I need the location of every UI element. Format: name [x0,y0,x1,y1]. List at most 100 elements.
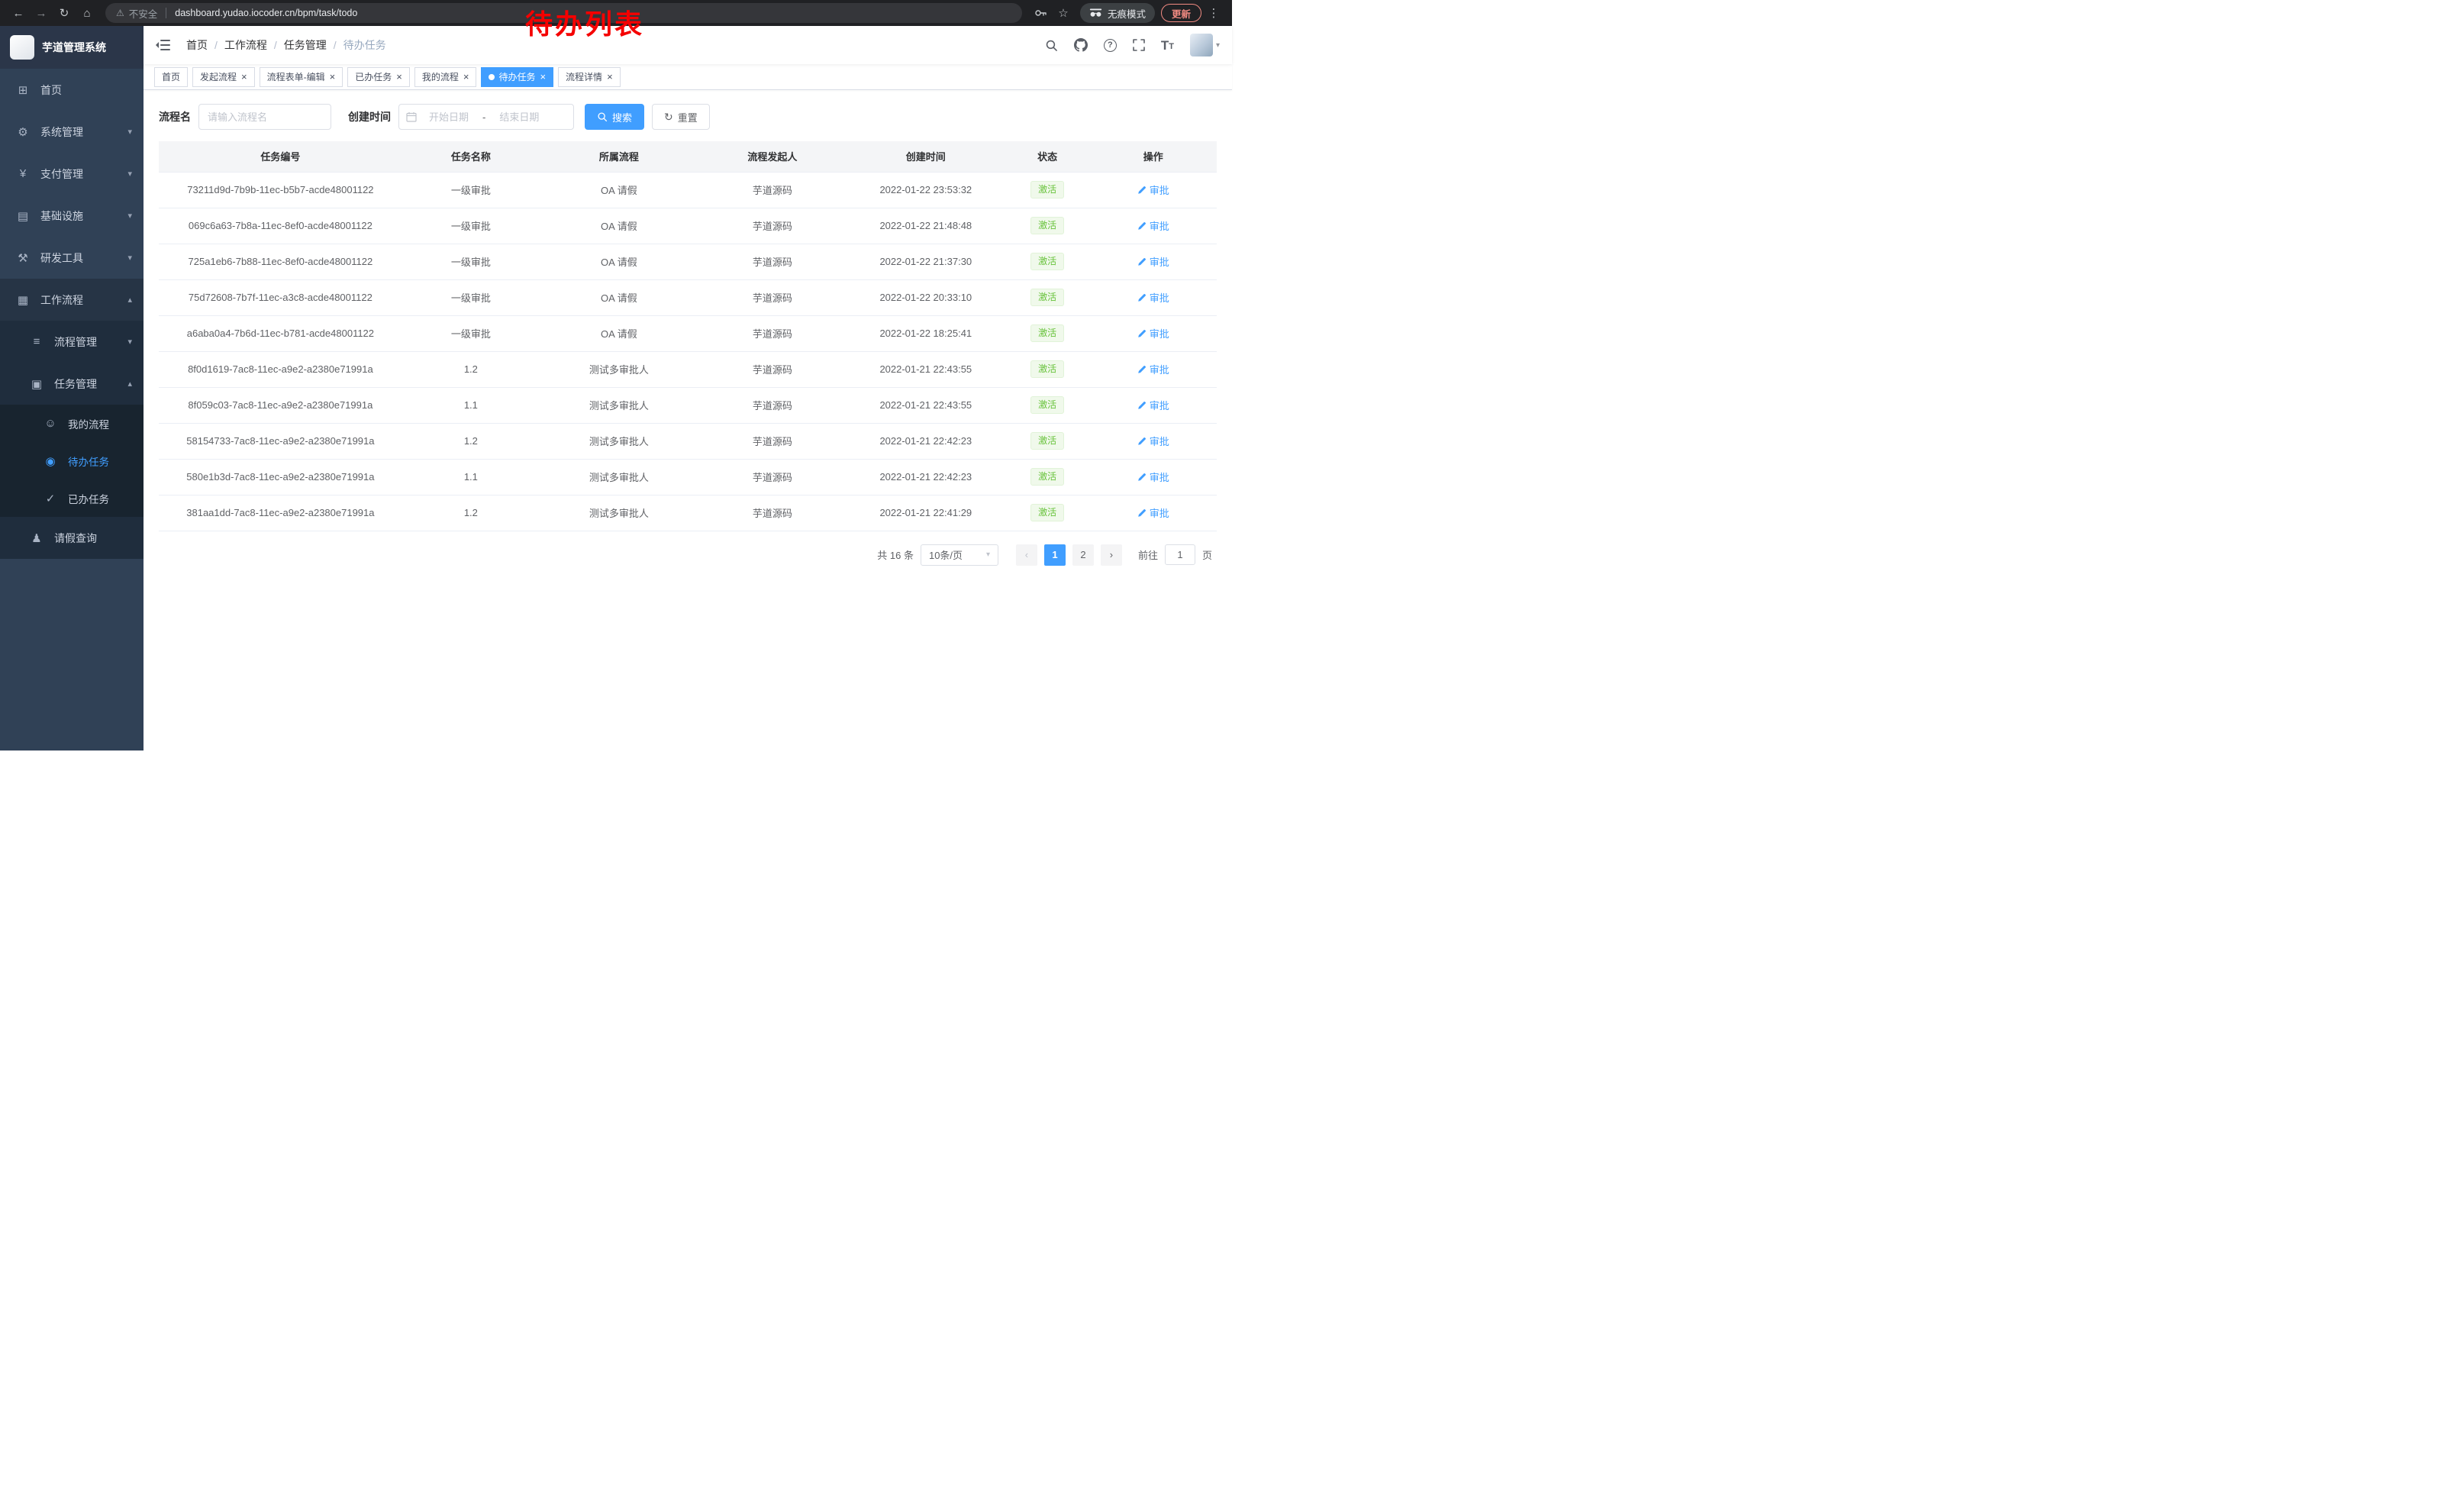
approve-link[interactable]: 审批 [1137,362,1169,376]
reload-icon[interactable]: ↻ [53,2,75,24]
app-logo[interactable]: 芋道管理系统 [0,26,144,69]
sidebar-item-done-tasks[interactable]: ✓ 已办任务 [0,479,144,517]
search-button[interactable]: 搜索 [585,104,644,130]
close-icon[interactable]: × [330,72,336,82]
sidebar-item-workflow[interactable]: ▦ 工作流程 ▴ [0,279,144,321]
browser-menu-icon[interactable]: ⋮ [1203,2,1224,24]
page-size-select[interactable]: 10条/页 ▾ [921,544,998,566]
font-size-icon[interactable]: TT [1161,39,1174,52]
forward-icon[interactable]: → [31,2,52,24]
todo-task-table: 任务编号 任务名称 所属流程 流程发起人 创建时间 状态 操作 73211d9d… [159,141,1217,531]
create-time-label: 创建时间 [348,109,391,124]
approve-link[interactable]: 审批 [1137,290,1169,305]
address-bar[interactable]: ⚠ 不安全 dashboard.yudao.iocoder.cn/bpm/tas… [105,3,1022,23]
table-row[interactable]: 73211d9d-7b9b-11ec-b5b7-acde48001122 一级审… [159,172,1217,208]
table-row[interactable]: 58154733-7ac8-11ec-a9e2-a2380e71991a 1.2… [159,423,1217,459]
approve-link[interactable]: 审批 [1137,470,1169,484]
approve-link[interactable]: 审批 [1137,326,1169,341]
table-row[interactable]: a6aba0a4-7b6d-11ec-b781-acde48001122 一级审… [159,315,1217,351]
approve-link[interactable]: 审批 [1137,505,1169,520]
tab-done-tasks[interactable]: 已办任务 × [347,67,410,87]
close-icon[interactable]: × [396,72,402,82]
goto-page-input[interactable] [1165,544,1195,565]
sidebar-item-home[interactable]: ⊞ 首页 [0,69,144,111]
sidebar-item-task-management[interactable]: ▣ 任务管理 ▴ [0,363,144,405]
table-row[interactable]: 75d72608-7b7f-11ec-a3c8-acde48001122 一级审… [159,279,1217,315]
tags-view-bar: 首页 发起流程 × 流程表单-编辑 × 已办任务 × 我的流程 × 待办任务 × [144,64,1232,90]
approve-label: 审批 [1150,362,1169,376]
page-1-button[interactable]: 1 [1044,544,1066,566]
sidebar-item-leave-query[interactable]: ♟ 请假查询 [0,517,144,559]
column-header: 创建时间 [847,141,1005,172]
table-row[interactable]: 8f0d1619-7ac8-11ec-a9e2-a2380e71991a 1.2… [159,351,1217,387]
approve-link[interactable]: 审批 [1137,182,1169,197]
cell-initiator: 芋道源码 [698,423,847,459]
table-row[interactable]: 580e1b3d-7ac8-11ec-a9e2-a2380e71991a 1.1… [159,459,1217,495]
table-row[interactable]: 381aa1dd-7ac8-11ec-a9e2-a2380e71991a 1.2… [159,495,1217,531]
tab-home[interactable]: 首页 [154,67,188,87]
status-badge: 激活 [1030,360,1064,377]
search-button-label: 搜索 [612,110,632,124]
approve-link[interactable]: 审批 [1137,218,1169,233]
cell-task-id: 381aa1dd-7ac8-11ec-a9e2-a2380e71991a [159,495,402,531]
sidebar-fold-icon[interactable] [156,38,173,52]
sidebar-item-infrastructure[interactable]: ▤ 基础设施 ▾ [0,195,144,237]
incognito-icon [1089,8,1102,18]
cell-created-at: 2022-01-22 18:25:41 [847,315,1005,351]
fullscreen-icon[interactable] [1133,39,1145,51]
close-icon[interactable]: × [607,72,613,82]
search-icon[interactable] [1045,39,1058,52]
breadcrumb-item[interactable]: 首页 [186,37,208,53]
table-row[interactable]: 069c6a63-7b8a-11ec-8ef0-acde48001122 一级审… [159,208,1217,244]
sidebar-item-payment-management[interactable]: ¥ 支付管理 ▾ [0,153,144,195]
tab-todo-tasks[interactable]: 待办任务 × [481,67,553,87]
next-page-button[interactable]: › [1101,544,1122,566]
question-icon[interactable]: ? [1104,39,1117,52]
table-row[interactable]: 8f059c03-7ac8-11ec-a9e2-a2380e71991a 1.1… [159,387,1217,423]
table-row[interactable]: 725a1eb6-7b88-11ec-8ef0-acde48001122 一级审… [159,244,1217,279]
sidebar-item-todo-tasks[interactable]: ◉ 待办任务 [0,442,144,479]
star-bookmark-icon[interactable]: ☆ [1053,2,1074,24]
close-icon[interactable]: × [540,72,546,82]
tab-my-processes[interactable]: 我的流程 × [414,67,477,87]
approve-link[interactable]: 审批 [1137,398,1169,412]
column-header: 流程发起人 [698,141,847,172]
column-header: 所属流程 [540,141,698,172]
sidebar-item-my-processes[interactable]: ☺ 我的流程 [0,405,144,442]
edit-icon [1137,508,1147,518]
tab-process-detail[interactable]: 流程详情 × [558,67,621,87]
cell-initiator: 芋道源码 [698,315,847,351]
home-icon[interactable]: ⌂ [76,2,98,24]
cell-process: 测试多审批人 [540,423,698,459]
user-menu[interactable]: ▾ [1190,34,1220,56]
prev-page-button[interactable]: ‹ [1016,544,1037,566]
key-icon[interactable] [1030,2,1051,24]
tab-start-process[interactable]: 发起流程 × [192,67,255,87]
column-header: 任务名称 [402,141,540,172]
approve-link[interactable]: 审批 [1137,434,1169,448]
reset-button[interactable]: ↻ 重置 [652,104,710,130]
sidebar-item-system-management[interactable]: ⚙ 系统管理 ▾ [0,111,144,153]
breadcrumb-item[interactable]: 任务管理 [284,37,327,53]
page-content: 流程名 创建时间 - 搜索 ↻ 重置 [144,90,1232,750]
date-range-picker[interactable]: - [398,104,574,130]
back-icon[interactable]: ← [8,2,29,24]
process-name-input[interactable] [198,104,331,130]
tab-process-form-edit[interactable]: 流程表单-编辑 × [260,67,343,87]
active-dot-icon [489,74,495,80]
cell-task-id: 8f059c03-7ac8-11ec-a9e2-a2380e71991a [159,387,402,423]
cell-process: 测试多审批人 [540,387,698,423]
approve-link[interactable]: 审批 [1137,254,1169,269]
close-icon[interactable]: × [463,72,469,82]
sidebar-item-dev-tools[interactable]: ⚒ 研发工具 ▾ [0,237,144,279]
cell-task-id: 8f0d1619-7ac8-11ec-a9e2-a2380e71991a [159,351,402,387]
start-date-input[interactable] [418,111,479,123]
close-icon[interactable]: × [241,72,247,82]
end-date-input[interactable] [489,111,550,123]
workflow-icon: ▦ [15,293,31,307]
page-2-button[interactable]: 2 [1072,544,1094,566]
sidebar-item-process-management[interactable]: ≡ 流程管理 ▾ [0,321,144,363]
update-button[interactable]: 更新 [1161,4,1201,22]
github-icon[interactable] [1074,38,1088,52]
breadcrumb-item[interactable]: 工作流程 [224,37,267,53]
